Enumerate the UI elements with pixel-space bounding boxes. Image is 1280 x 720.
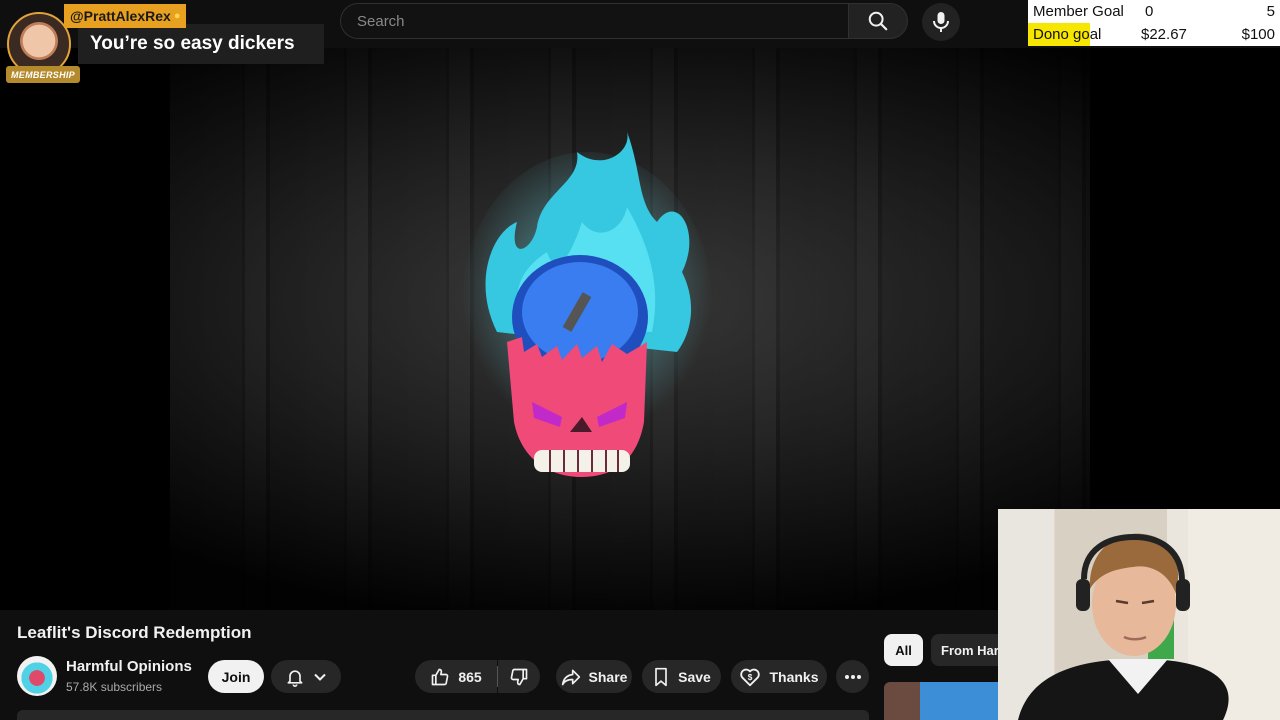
member-goal-current: 0 [1145,3,1154,20]
notifications-button[interactable] [271,660,341,693]
member-goal-target: 5 [1266,3,1275,20]
thumbs-up-icon [431,668,449,685]
subscriber-count: 57.8K subscribers [66,680,163,694]
goals-widget: Member Goal 0 5 Dono goal $22.67 $100 [1028,0,1280,46]
thanks-button[interactable]: $ Thanks [731,660,827,693]
more-horizontal-icon [844,674,861,679]
video-title: Leaflit's Discord Redemption [17,623,252,642]
dono-goal-target: $100 [1241,26,1275,43]
member-alert: You’re so easy dickers MEMBERSHIP @Pratt… [0,0,330,90]
alert-username-text: @PrattAlexRex [70,8,171,24]
member-goal-label: Member Goal [1033,3,1124,20]
chevron-down-icon [314,673,326,681]
share-label: Share [588,668,628,685]
like-count: 865 [458,668,482,685]
join-button[interactable]: Join [208,660,264,693]
bookmark-icon [655,667,667,686]
search-button[interactable] [848,3,908,39]
alert-username: @PrattAlexRex ● [64,4,187,28]
dislike-button[interactable] [498,660,540,693]
thanks-label: Thanks [769,668,819,685]
search-input[interactable] [341,4,848,38]
member-star-icon: ● [173,10,181,22]
member-goal-row: Member Goal 0 5 [1028,0,1280,23]
related-video-thumbnail[interactable] [884,682,1004,720]
channel-name[interactable]: Harmful Opinions [66,658,192,675]
chip-all[interactable]: All [884,634,923,666]
share-button[interactable]: Share [556,660,632,693]
webcam-overlay [998,509,1280,720]
dono-goal-current: $22.67 [1141,26,1187,43]
more-actions-button[interactable] [836,660,869,693]
microphone-icon [933,12,949,32]
dono-goal-label: Dono goal [1033,26,1102,43]
thumbs-down-icon [510,668,528,685]
share-icon [561,669,580,685]
bell-icon [287,669,303,687]
voice-search-button[interactable] [922,3,960,41]
search-icon [868,11,888,31]
flaming-skull-logo [462,132,712,477]
like-button[interactable]: 865 [415,660,497,693]
membership-badge: MEMBERSHIP [6,66,80,83]
dono-goal-row: Dono goal $22.67 $100 [1028,23,1280,46]
svg-text:$: $ [748,672,753,681]
description-box[interactable] [17,710,869,720]
thanks-heart-icon: $ [740,668,761,686]
alert-message: You’re so easy dickers [78,24,324,64]
channel-avatar[interactable] [17,656,57,696]
save-button[interactable]: Save [642,660,721,693]
search-box[interactable] [340,3,848,39]
streamer-figure [1018,509,1280,720]
save-label: Save [678,668,711,685]
